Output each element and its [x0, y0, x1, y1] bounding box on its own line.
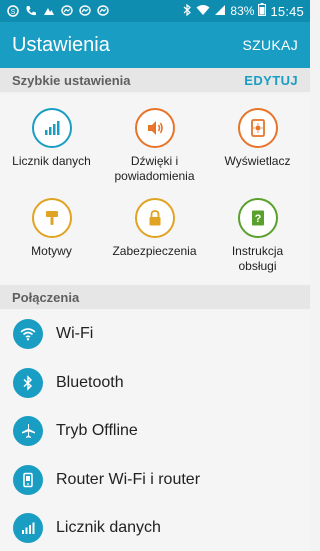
messenger-icon: [96, 4, 110, 18]
quick-setting-label: Wyświetlacz: [224, 154, 291, 168]
list-item-bluetooth[interactable]: Bluetooth: [0, 359, 310, 408]
list-item-label: Router Wi-Fi i router: [56, 470, 201, 488]
quick-setting-label: Dźwięki i powiadomienia: [114, 154, 195, 183]
quick-settings-grid: Licznik danych Dźwięki i powiadomienia W…: [0, 94, 310, 284]
search-button[interactable]: SZUKAJ: [243, 37, 298, 53]
quick-settings-header: Szybkie ustawienia EDYTUJ: [0, 68, 310, 92]
svg-text:S: S: [11, 9, 16, 16]
edit-button[interactable]: EDYTUJ: [244, 73, 298, 88]
quick-setting-label: Zabezpieczenia: [112, 244, 197, 258]
quick-setting-display[interactable]: Wyświetlacz: [206, 108, 309, 169]
image-icon: [42, 4, 56, 18]
status-bar: S 83% 15:45: [0, 0, 310, 22]
system-icons: 83% 15:45: [182, 3, 304, 19]
display-icon: [237, 108, 278, 148]
battery-percent: 83%: [230, 4, 255, 18]
app-bar: Ustawienia SZUKAJ: [0, 22, 310, 68]
wifi-icon: [196, 4, 210, 19]
list-item-data-usage[interactable]: Licznik danych: [0, 504, 310, 551]
quick-setting-label: Instrukcja obsługi: [231, 244, 284, 273]
bluetooth-icon: [13, 367, 43, 398]
data-usage-icon: [13, 513, 43, 544]
brush-icon: [31, 198, 72, 238]
help-book-icon: ?: [237, 198, 278, 238]
quick-settings-title: Szybkie ustawienia: [12, 72, 131, 88]
quick-setting-themes[interactable]: Motywy: [0, 198, 103, 259]
skype-icon: S: [6, 4, 20, 18]
hotspot-icon: [13, 464, 43, 495]
airplane-icon: [13, 416, 43, 447]
list-item-label: Bluetooth: [56, 373, 124, 391]
list-item-label: Tryb Offline: [56, 422, 138, 440]
battery-icon: [258, 3, 267, 19]
notification-icons: S: [6, 4, 110, 18]
list-item-wifi[interactable]: Wi-Fi: [0, 310, 310, 359]
phone-icon: [24, 4, 38, 18]
clock: 15:45: [270, 3, 304, 19]
quick-setting-security[interactable]: Zabezpieczenia: [103, 198, 206, 259]
signal-icon: [214, 4, 226, 19]
list-item-label: Wi-Fi: [56, 325, 94, 343]
quick-setting-label: Licznik danych: [12, 154, 91, 168]
connections-title: Połączenia: [12, 289, 80, 305]
quick-setting-data-usage[interactable]: Licznik danych: [0, 108, 103, 169]
quick-setting-sounds[interactable]: Dźwięki i powiadomienia: [103, 108, 206, 184]
page-title: Ustawienia: [12, 33, 110, 56]
data-usage-icon: [31, 108, 72, 148]
list-item-label: Licznik danych: [56, 519, 161, 537]
svg-text:?: ?: [254, 213, 261, 225]
list-item-airplane-mode[interactable]: Tryb Offline: [0, 407, 310, 456]
quick-setting-user-manual[interactable]: ? Instrukcja obsługi: [206, 198, 309, 274]
messenger-icon: [78, 4, 92, 18]
volume-icon: [134, 108, 175, 148]
bluetooth-icon: [182, 3, 192, 19]
lock-icon: [134, 198, 175, 238]
messenger-icon: [60, 4, 74, 18]
connections-header: Połączenia: [0, 285, 310, 309]
list-item-hotspot[interactable]: Router Wi-Fi i router: [0, 456, 310, 505]
quick-setting-label: Motywy: [31, 244, 72, 258]
wifi-icon: [13, 319, 43, 350]
connections-list: Wi-Fi Bluetooth Tryb Offline Router Wi-F…: [0, 310, 310, 551]
